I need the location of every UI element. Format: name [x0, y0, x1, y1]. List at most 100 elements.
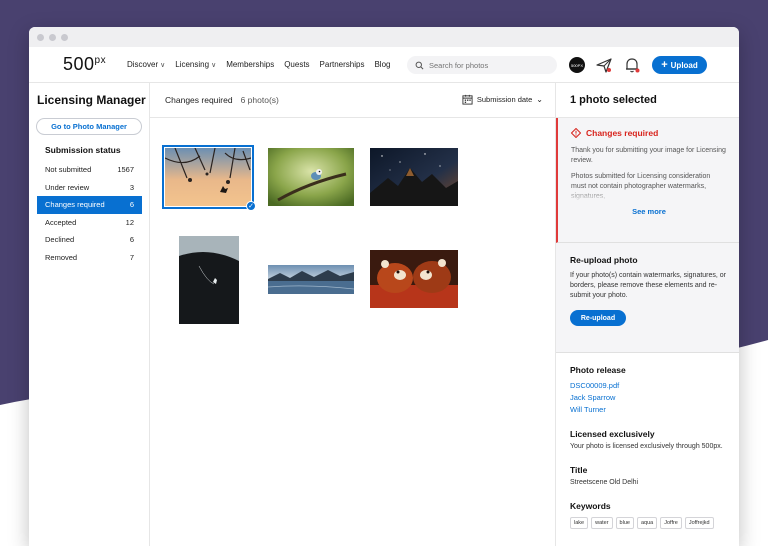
sort-dropdown[interactable]: Submission date ⌄	[462, 94, 543, 105]
see-more-link[interactable]: See more	[571, 207, 727, 216]
title-label: Title	[570, 465, 588, 475]
status-label: Not submitted	[45, 165, 92, 175]
selected-check-icon: ✓	[246, 201, 256, 211]
nav-link-label: Licensing	[175, 60, 210, 69]
nav-link-label: Blog	[374, 60, 391, 69]
reupload-title: Re-upload photo	[570, 255, 638, 265]
nav-link-label: Discover	[127, 60, 159, 69]
status-label: Accepted	[45, 217, 77, 227]
release-links: DSC00009.pdf Jack Sparrow Will Turner	[570, 380, 727, 416]
nav-link-licensing[interactable]: Licensing ∨	[175, 60, 216, 69]
photo-silhouette-climber	[165, 148, 251, 206]
status-label: Removed	[45, 252, 78, 262]
photo-thumbnail[interactable]	[179, 236, 239, 324]
chevron-down-icon: ∨	[160, 61, 166, 69]
release-link[interactable]: Will Turner	[570, 404, 727, 416]
photo-release-title: Photo release	[570, 365, 626, 375]
changes-required-box: Changes required Thank you for submittin…	[556, 118, 739, 243]
keyword-tag[interactable]: Joffre	[660, 517, 682, 529]
photo-night-mountains	[370, 148, 458, 206]
nav-link-label: Memberships	[226, 60, 275, 69]
status-count: 1567	[117, 165, 134, 175]
search-icon	[415, 61, 424, 69]
nav-link-label: Quests	[284, 60, 310, 69]
selection-count: 1 photo selected	[556, 83, 739, 118]
calendar-icon	[462, 94, 473, 105]
release-link[interactable]: DSC00009.pdf	[570, 380, 727, 392]
grid-title: Changes required	[165, 95, 233, 105]
sort-label: Submission date	[476, 95, 533, 104]
reupload-box: Re-upload photo If your photo(s) contain…	[556, 243, 739, 353]
changes-required-text-more: Photos submitted for Licensing considera…	[571, 173, 711, 200]
status-count: 12	[125, 217, 134, 227]
window-minimize-dot[interactable]	[49, 33, 56, 41]
window-maximize-dot[interactable]	[61, 33, 68, 41]
send-icon[interactable]	[595, 56, 613, 74]
photo-cliff-climber	[179, 236, 239, 324]
nav-link-discover[interactable]: Discover ∨	[127, 60, 165, 69]
keyword-tag[interactable]: lake	[570, 517, 589, 529]
photo-count: 6 photo(s)	[240, 95, 279, 105]
reupload-button[interactable]: Re-upload	[570, 310, 626, 326]
browser-window: 500px Discover ∨ Licensing ∨ Memberships Ques…	[29, 27, 739, 546]
photo-info: Photo release DSC00009.pdf Jack Sparrow Wi…	[556, 353, 739, 529]
status-item-not-submitted[interactable]: Not submitted 1567	[37, 161, 142, 179]
details-panel: 1 photo selected Changes required Thank …	[556, 83, 739, 546]
release-link[interactable]: Jack Sparrow	[570, 392, 727, 404]
status-item-changes-required[interactable]: Changes required 6	[37, 196, 142, 214]
grid-header: Changes required 6 photo(s) Submission d…	[150, 83, 555, 118]
keyword-tag[interactable]: Joffrejkd	[684, 517, 714, 529]
alert-icon	[571, 128, 581, 138]
page-content: Licensing Manager Go to Photo Manager Su…	[29, 83, 739, 546]
title-value: Streetscene Old Delhi	[570, 479, 639, 486]
page-title: Licensing Manager	[37, 93, 146, 107]
upload-button[interactable]: + Upload	[652, 56, 707, 74]
bell-icon[interactable]	[623, 56, 641, 74]
nav-link-partnerships[interactable]: Partnerships	[320, 60, 365, 69]
500px-logo[interactable]: 500px	[63, 54, 123, 75]
nav-links: Discover ∨ Licensing ∨ Memberships Quests Part…	[127, 60, 390, 69]
photo-thumbnail[interactable]	[268, 148, 354, 206]
licensed-exclusively-title: Licensed exclusively	[570, 429, 655, 439]
nav-link-blog[interactable]: Blog	[374, 60, 390, 69]
status-count: 6	[129, 200, 134, 210]
photo-grid-area: Changes required 6 photo(s) Submission d…	[150, 83, 556, 546]
status-count: 7	[129, 252, 134, 262]
photo-thumbnail[interactable]	[162, 145, 254, 209]
photo-thumbnail[interactable]	[370, 250, 458, 308]
plus-icon: +	[661, 59, 668, 71]
photo-red-pandas	[370, 250, 458, 308]
status-count: 3	[129, 182, 134, 192]
top-navbar: 500px Discover ∨ Licensing ∨ Memberships Ques…	[29, 47, 739, 83]
photo-thumbnail[interactable]	[268, 265, 354, 294]
submission-status-heading: Submission status	[45, 145, 121, 155]
photo-bird-on-branch	[268, 148, 354, 206]
status-item-declined[interactable]: Declined 6	[37, 231, 142, 249]
nav-link-memberships[interactable]: Memberships	[226, 60, 274, 69]
status-count: 6	[129, 235, 134, 245]
upload-label: Upload	[670, 60, 698, 70]
status-label: Under review	[45, 182, 90, 192]
licensed-exclusively-text: Your photo is licensed exclusively throu…	[570, 443, 723, 450]
keywords-label: Keywords	[570, 501, 611, 511]
search-input[interactable]	[429, 60, 549, 70]
chevron-down-icon: ∨	[211, 61, 217, 69]
chevron-down-icon: ⌄	[536, 95, 543, 104]
nav-link-quests[interactable]: Quests	[284, 60, 309, 69]
status-item-removed[interactable]: Removed 7	[37, 249, 142, 267]
keyword-tag[interactable]: blue	[615, 517, 634, 529]
photo-thumbnail[interactable]	[370, 148, 458, 206]
window-close-dot[interactable]	[37, 33, 44, 41]
reupload-text: If your photo(s) contain watermarks, sig…	[570, 272, 727, 299]
keyword-tag[interactable]: water	[591, 517, 613, 529]
status-item-under-review[interactable]: Under review 3	[37, 179, 142, 197]
photo-lake-panorama	[268, 265, 354, 294]
status-item-accepted[interactable]: Accepted 12	[37, 214, 142, 232]
status-list: Not submitted 1567 Under review 3 Changes re…	[29, 161, 149, 266]
search-bar[interactable]	[407, 56, 557, 74]
keyword-tag[interactable]: aqua	[636, 517, 658, 529]
changes-required-text: Thank you for submitting your image for …	[571, 147, 726, 164]
go-to-photo-manager-button[interactable]: Go to Photo Manager	[36, 118, 142, 135]
avatar[interactable]: 500PX	[569, 57, 585, 73]
nav-link-label: Partnerships	[319, 60, 365, 69]
